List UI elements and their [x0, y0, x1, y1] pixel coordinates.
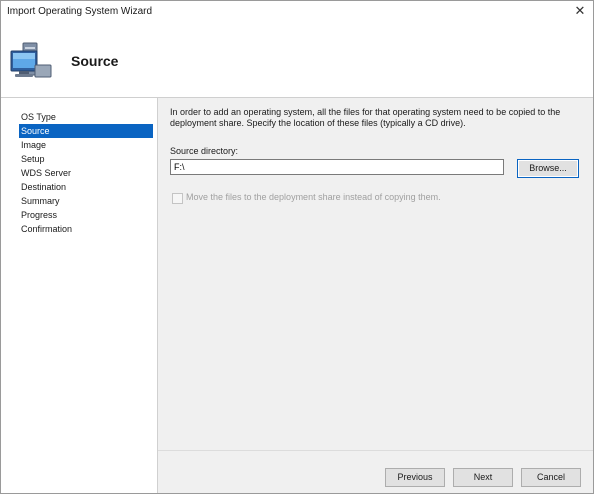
step-os-type[interactable]: OS Type [19, 110, 153, 124]
step-list: OS Type Source Image Setup WDS Server Destina… [19, 110, 153, 236]
step-summary[interactable]: Summary [19, 194, 153, 208]
content-panel: In order to add an operating system, all… [158, 98, 593, 450]
step-image[interactable]: Image [19, 138, 153, 152]
step-confirmation[interactable]: Confirmation [19, 222, 153, 236]
move-files-label: Move the files to the deployment share i… [186, 192, 441, 202]
source-directory-label: Source directory: [170, 146, 239, 156]
step-wds-server[interactable]: WDS Server [19, 166, 153, 180]
window-title: Import Operating System Wizard [7, 6, 153, 17]
move-files-checkbox[interactable] [172, 193, 183, 204]
title-bar: Import Operating System Wizard ✕ [1, 1, 593, 23]
page-title: Source [71, 53, 119, 69]
close-button[interactable]: ✕ [571, 3, 589, 19]
next-button[interactable]: Next [453, 468, 513, 487]
wizard-footer: Previous Next Cancel [158, 450, 593, 493]
step-setup[interactable]: Setup [19, 152, 153, 166]
previous-button[interactable]: Previous [385, 468, 445, 487]
browse-button[interactable]: Browse... [517, 159, 579, 178]
computer-icon [10, 42, 52, 78]
step-source[interactable]: Source [19, 124, 153, 138]
description-text: In order to add an operating system, all… [170, 107, 561, 128]
wizard-window: Import Operating System Wizard ✕ Source … [0, 0, 594, 494]
step-progress[interactable]: Progress [19, 208, 153, 222]
step-destination[interactable]: Destination [19, 180, 153, 194]
cancel-button[interactable]: Cancel [521, 468, 581, 487]
wizard-header: Source [1, 23, 593, 98]
wizard-step-nav: OS Type Source Image Setup WDS Server Destina… [1, 98, 158, 493]
source-directory-input[interactable] [170, 159, 504, 175]
